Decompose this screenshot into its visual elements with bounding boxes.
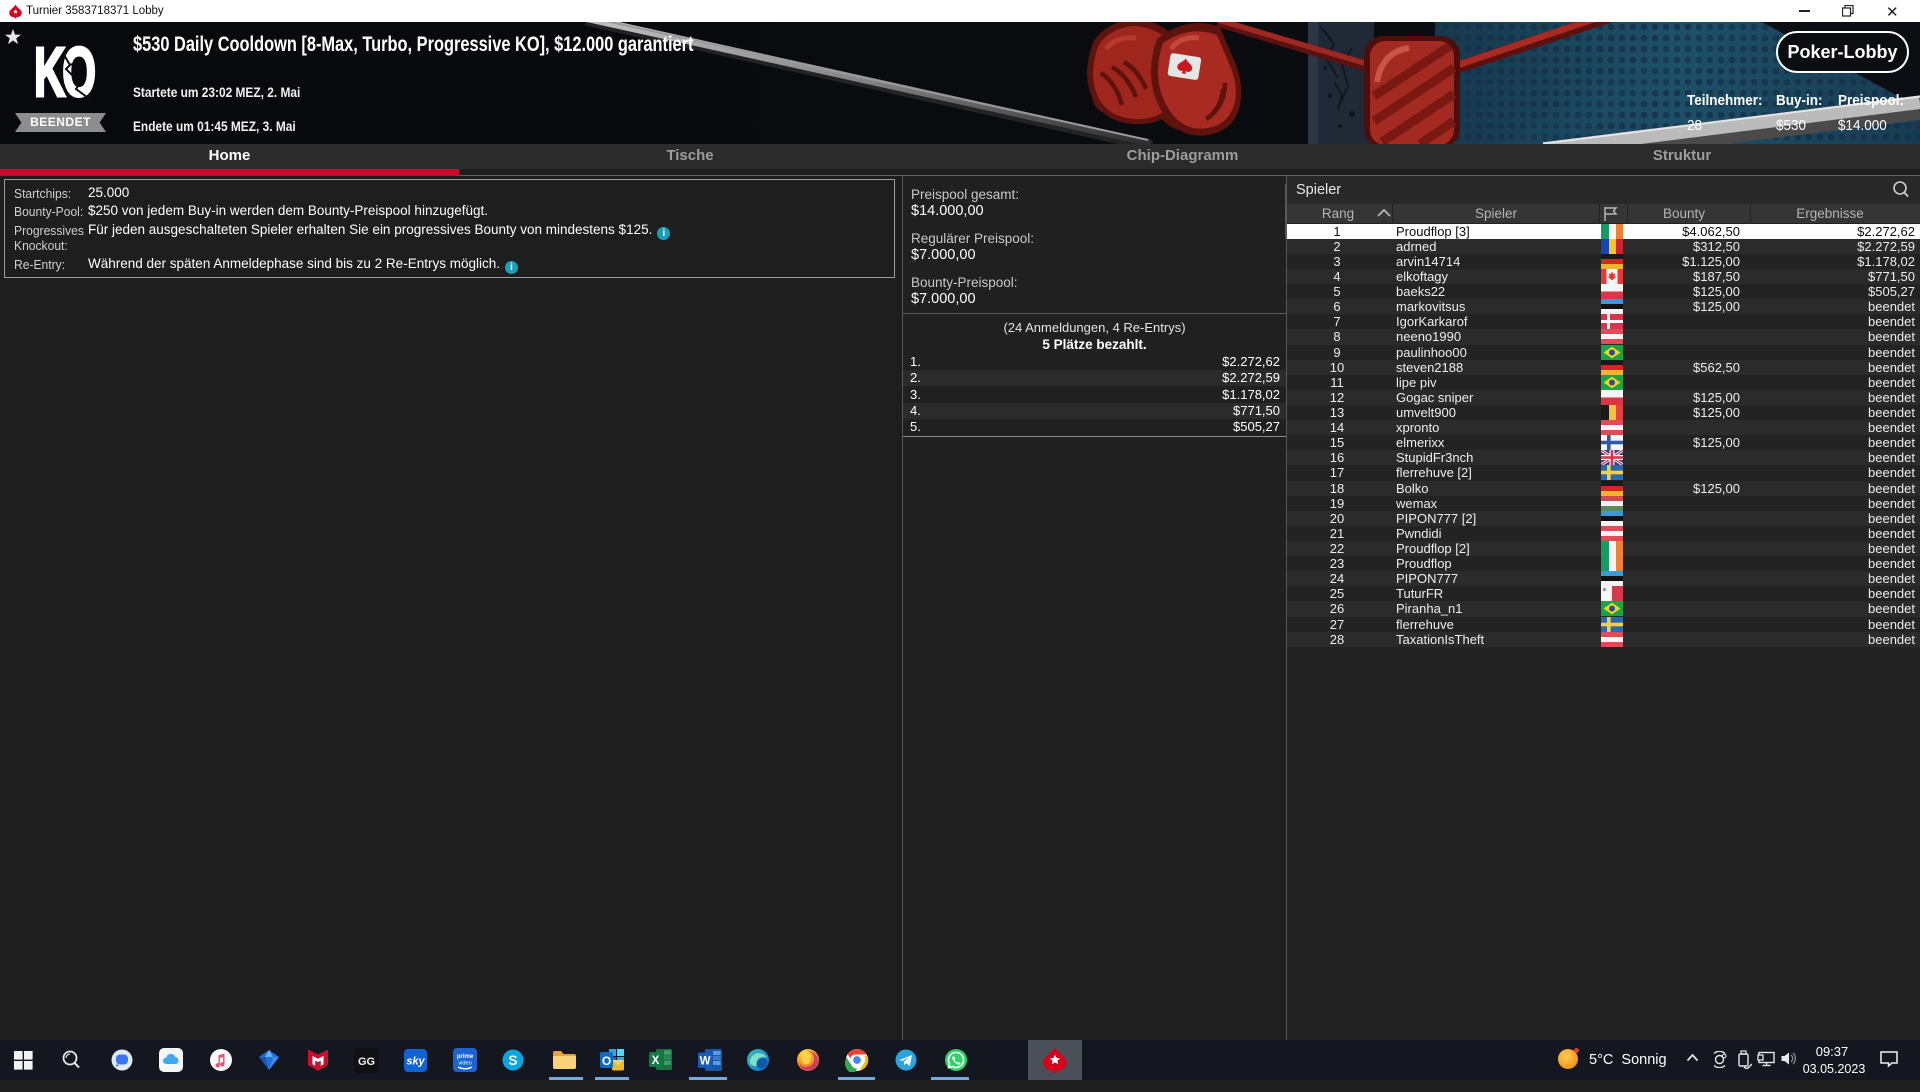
svg-text:S: S [508,1053,517,1068]
svg-text:O: O [602,1054,611,1068]
svg-text:sky: sky [406,1056,425,1068]
svg-text:video: video [458,1061,471,1067]
svg-text:GG: GG [358,1056,375,1068]
svg-text:X: X [652,1055,660,1067]
svg-text:prime: prime [457,1054,474,1060]
svg-text:W: W [700,1056,711,1068]
